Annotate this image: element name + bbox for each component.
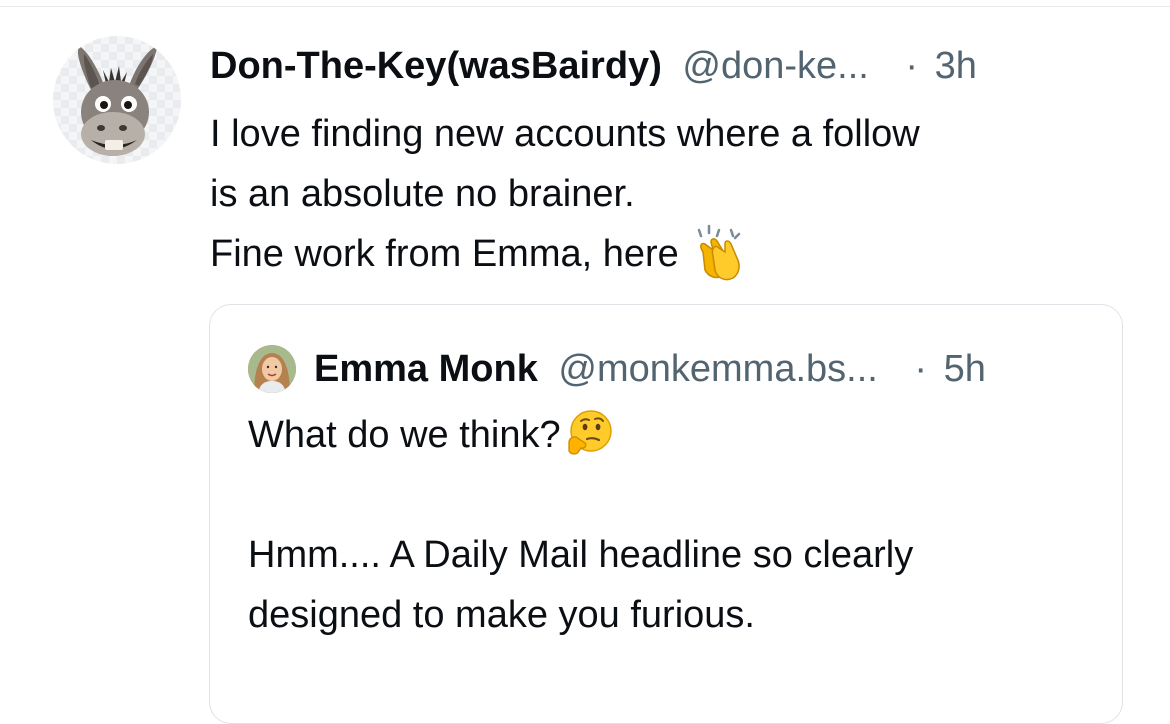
quote-timestamp[interactable]: 5h bbox=[944, 348, 986, 390]
quote-text-line: designed to make you furious. bbox=[248, 594, 755, 636]
quote-author-handle[interactable]: @monkemma.bs... bbox=[558, 348, 877, 390]
top-divider bbox=[0, 6, 1170, 7]
clapping-hands-icon bbox=[689, 222, 745, 282]
quote-text: What do we think? Hmm.... A Daily Mail h… bbox=[248, 405, 913, 645]
post-text-line-content: Fine work from Emma, here bbox=[210, 233, 679, 275]
separator-dot: · bbox=[905, 45, 919, 87]
quote-header: Emma Monk @monkemma.bs... · 5h bbox=[314, 343, 986, 395]
post-text-line: Fine work from Emma, here bbox=[210, 224, 920, 284]
quoted-post-card[interactable]: Emma Monk @monkemma.bs... · 5h What do w… bbox=[209, 304, 1123, 724]
author-name[interactable]: Don-The-Key(wasBairdy) bbox=[210, 45, 662, 87]
thinking-face-icon bbox=[563, 407, 615, 459]
post-text-line: is an absolute no brainer. bbox=[210, 173, 635, 215]
separator-dot: · bbox=[914, 348, 928, 390]
donkey-avatar-icon bbox=[77, 46, 157, 156]
quote-text-line: What do we think? bbox=[248, 405, 913, 465]
quote-author-avatar[interactable] bbox=[248, 345, 296, 393]
author-avatar[interactable] bbox=[53, 36, 181, 164]
post-header: Don-The-Key(wasBairdy) @don-ke... · 3h bbox=[210, 40, 977, 92]
quote-text-line-content: What do we think? bbox=[248, 414, 561, 456]
post-timestamp[interactable]: 3h bbox=[935, 45, 977, 87]
quote-text-line: Hmm.... A Daily Mail headline so clearly bbox=[248, 534, 914, 576]
quote-author-name[interactable]: Emma Monk bbox=[314, 348, 538, 390]
profile-photo-icon bbox=[248, 345, 296, 393]
author-handle[interactable]: @don-ke... bbox=[682, 45, 868, 87]
post-text-line: I love finding new accounts where a foll… bbox=[210, 113, 920, 155]
post-text: I love finding new accounts where a foll… bbox=[210, 104, 920, 284]
